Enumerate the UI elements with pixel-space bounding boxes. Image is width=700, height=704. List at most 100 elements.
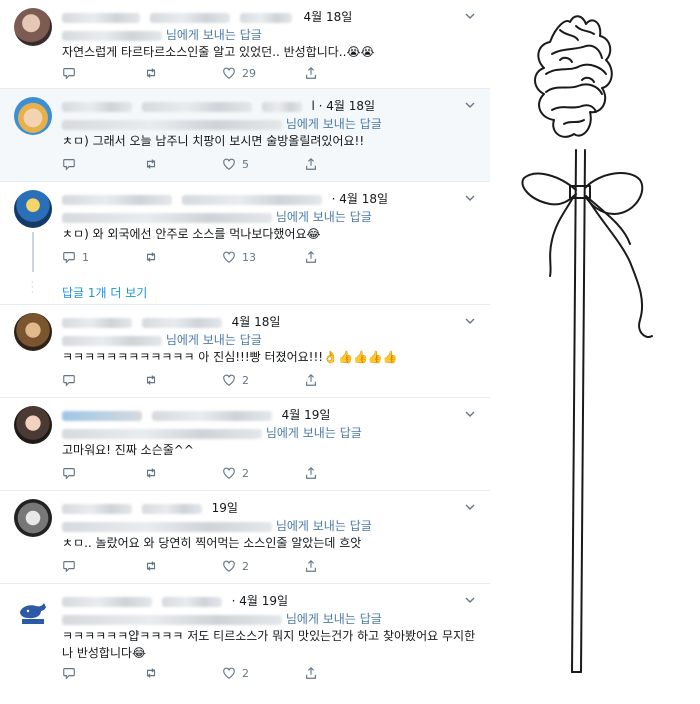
share-button[interactable] — [304, 559, 318, 573]
blurred-handle — [161, 596, 222, 607]
reply-button[interactable] — [62, 466, 82, 480]
reply-context: 님에게 보내는 답글 — [62, 208, 482, 225]
reply-button[interactable] — [62, 66, 82, 80]
reply-button[interactable] — [62, 559, 82, 573]
retweet-button[interactable] — [144, 559, 164, 573]
retweet-button[interactable] — [144, 373, 164, 387]
chevron-down-icon[interactable] — [464, 408, 476, 420]
tweet[interactable]: l · 4월 18일 님에게 보내는 답글 ㅊㅁ) 그래서 오늘 남주니 치팡이… — [0, 89, 490, 182]
like-button[interactable]: 2 — [222, 666, 249, 680]
tweet[interactable]: 4월 18일 님에게 보내는 답글 ㅋㅋㅋㅋㅋㅋㅋㅋㅋㅋㅋㅋ 아 진심!!!빵 … — [0, 305, 490, 398]
retweet-button[interactable] — [144, 66, 164, 80]
reply-to-label[interactable]: 님에게 보내는 답글 — [266, 426, 362, 440]
like-button[interactable]: 29 — [222, 66, 256, 80]
reply-icon — [63, 252, 75, 264]
tweet-header: · 4월 19일 — [62, 592, 462, 608]
retweet-button[interactable] — [144, 466, 164, 480]
like-button[interactable]: 2 — [222, 466, 249, 480]
reply-to-label[interactable]: 님에게 보내는 답글 — [166, 28, 262, 42]
tweet-actions: 1 13 — [62, 250, 342, 268]
reply-context: 님에게 보내는 답글 — [62, 517, 482, 534]
tweet-date: 4월 18일 — [303, 10, 353, 24]
chevron-down-icon[interactable] — [464, 192, 476, 204]
like-count: 5 — [242, 157, 249, 171]
tweet-header: 19일 — [62, 499, 462, 515]
reply-context: 님에게 보내는 답글 — [62, 115, 482, 132]
tweet-date: 19일 — [211, 501, 238, 515]
share-button[interactable] — [304, 466, 318, 480]
reply-button[interactable]: 1 — [62, 250, 89, 264]
retweet-icon — [146, 68, 156, 78]
reply-to-label[interactable]: 님에게 보내는 답글 — [286, 612, 382, 626]
blurred-recipient — [62, 614, 282, 625]
tweet[interactable]: · 4월 18일 님에게 보내는 답글 ㅊㅁ) 와 외국에선 안주로 소스를 먹… — [0, 182, 490, 305]
reply-icon — [63, 159, 75, 171]
share-button[interactable] — [304, 250, 318, 264]
blurred-recipient — [62, 119, 282, 130]
blurred-recipient — [62, 428, 262, 439]
tweet-header: · 4월 18일 — [62, 190, 462, 206]
tweet[interactable]: 4월 18일 님에게 보내는 답글 자연스럽게 타르타르소스인줄 알고 있었던.… — [0, 0, 490, 89]
retweet-button[interactable] — [144, 666, 164, 680]
tweet-text: ㅋㅋㅋㅋㅋㅋㅋㅋㅋㅋㅋㅋ 아 진심!!!빵 터졌어요!!!👌👍👍👍👍 — [62, 350, 398, 364]
tweet-actions: 2 — [62, 373, 342, 391]
reply-to-label[interactable]: 님에게 보내는 답글 — [276, 210, 372, 224]
share-button[interactable] — [304, 66, 318, 80]
avatar[interactable] — [14, 97, 52, 135]
blurred-handle — [239, 12, 292, 23]
share-icon — [306, 559, 316, 572]
tweet-actions: 2 — [62, 466, 342, 484]
reply-context: 님에게 보내는 답글 — [62, 331, 482, 348]
share-button[interactable] — [304, 666, 318, 680]
avatar[interactable] — [14, 406, 52, 444]
show-more-replies-link[interactable]: 답글 1개 더 보기 — [62, 284, 147, 301]
tweet-date: · 4월 18일 — [331, 192, 389, 206]
tweet-header: 4월 18일 — [62, 8, 462, 24]
share-icon — [306, 66, 316, 79]
tweet[interactable]: 19일 님에게 보내는 답글 ㅊㅁ.. 놀랐어요 와 당연히 찍어먹는 소스인줄… — [0, 491, 490, 584]
chevron-down-icon[interactable] — [464, 10, 476, 22]
like-button[interactable]: 13 — [222, 250, 256, 264]
blurred-recipient — [62, 30, 162, 41]
retweet-button[interactable] — [144, 250, 164, 264]
blurred-handle — [141, 101, 252, 112]
chevron-down-icon[interactable] — [464, 594, 476, 606]
reply-icon — [63, 375, 75, 387]
chevron-down-icon[interactable] — [464, 99, 476, 111]
reply-context: 님에게 보내는 답글 — [62, 424, 482, 441]
tweet-actions: 2 — [62, 666, 342, 684]
blurred-username — [62, 194, 172, 205]
blurred-username — [62, 410, 142, 421]
avatar[interactable] — [14, 592, 52, 630]
like-button[interactable]: 2 — [222, 559, 249, 573]
avatar[interactable] — [14, 8, 52, 46]
avatar[interactable] — [14, 499, 52, 537]
tweet-date: 4월 19일 — [281, 408, 331, 422]
chevron-down-icon[interactable] — [464, 315, 476, 327]
heart-icon — [223, 667, 235, 679]
retweet-icon — [146, 159, 156, 169]
share-button[interactable] — [304, 157, 318, 171]
like-button[interactable]: 2 — [222, 373, 249, 387]
avatar[interactable] — [14, 313, 52, 351]
tweet-text: ㅊㅁ) 그래서 오늘 남주니 치팡이 보시면 술방올릴려있어요!! — [62, 134, 365, 148]
reply-button[interactable] — [62, 373, 82, 387]
reply-to-label[interactable]: 님에게 보내는 답글 — [166, 333, 262, 347]
like-button[interactable]: 5 — [222, 157, 249, 171]
retweet-button[interactable] — [144, 157, 164, 171]
blurred-recipient — [62, 212, 272, 223]
share-button[interactable] — [304, 373, 318, 387]
tweet[interactable]: · 4월 19일 님에게 보내는 답글 ㅋㅋㅋㅋㅋㅋ얍ㅋㅋㅋㅋ 저도 티르소스가… — [0, 584, 490, 692]
avatar[interactable] — [14, 190, 52, 228]
chevron-down-icon[interactable] — [464, 501, 476, 513]
retweet-icon — [146, 375, 156, 385]
reply-button[interactable] — [62, 157, 82, 171]
reply-to-label[interactable]: 님에게 보내는 답글 — [276, 519, 372, 533]
heart-icon — [223, 67, 235, 79]
share-icon — [306, 666, 316, 679]
share-icon — [306, 250, 316, 263]
tweet[interactable]: 4월 19일 님에게 보내는 답글 고마워요! 진짜 소슨줄^^ 2 — [0, 398, 490, 491]
reply-to-label[interactable]: 님에게 보내는 답글 — [286, 117, 382, 131]
blurred-username — [62, 317, 132, 328]
reply-button[interactable] — [62, 666, 82, 680]
